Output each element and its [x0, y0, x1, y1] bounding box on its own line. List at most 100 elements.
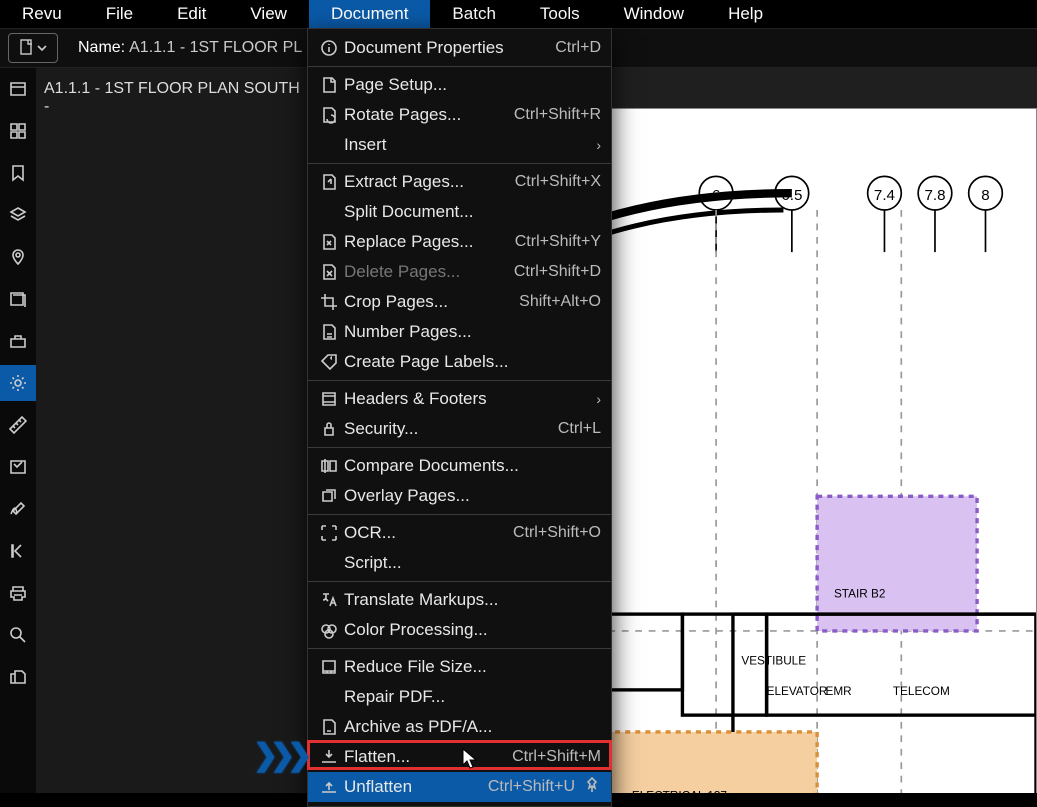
- pin-icon[interactable]: [575, 776, 601, 799]
- menu-item-insert[interactable]: Insert›: [308, 130, 611, 160]
- sidebar-panel-icon[interactable]: [7, 78, 29, 100]
- compare-icon: [320, 457, 338, 475]
- info-circle-icon: [320, 39, 338, 57]
- gear-icon: [9, 374, 27, 392]
- menu-item-number-pages[interactable]: Number Pages...: [308, 317, 611, 347]
- sidebar-bookmark-icon[interactable]: [7, 162, 29, 184]
- page-setup-icon: [314, 76, 344, 94]
- menu-item-revu[interactable]: Revu: [0, 0, 84, 28]
- color-processing-icon: [314, 621, 344, 639]
- menu-item-label: Unflatten: [344, 777, 480, 797]
- menu-item-label: Translate Markups...: [344, 590, 601, 610]
- menu-item-shortcut: Ctrl+Shift+R: [506, 106, 601, 124]
- menu-item-security[interactable]: Security...Ctrl+L: [308, 414, 611, 444]
- sidebar-toolbox-icon[interactable]: [7, 330, 29, 352]
- menu-item-archive-as-pdf-a[interactable]: Archive as PDF/A...: [308, 712, 611, 742]
- overlay-icon: [320, 487, 338, 505]
- menu-item-label: Rotate Pages...: [344, 105, 506, 125]
- menu-item-repair-pdf[interactable]: Repair PDF...: [308, 682, 611, 712]
- extract-pages-icon: [320, 173, 338, 191]
- menu-item-shortcut: Ctrl+Shift+O: [505, 524, 601, 542]
- sidebar-print-icon[interactable]: [7, 582, 29, 604]
- menu-item-shortcut: Ctrl+Shift+M: [504, 748, 601, 766]
- rotate-pages-icon: [320, 106, 338, 124]
- menu-item-window[interactable]: Window: [602, 0, 706, 28]
- name-label: Name:: [78, 39, 125, 57]
- sidebar-back-icon[interactable]: [7, 540, 29, 562]
- bookmark-icon: [9, 164, 27, 182]
- page-labels-icon: [320, 353, 338, 371]
- menu-item-document-properties[interactable]: Document PropertiesCtrl+D: [308, 33, 611, 63]
- menu-item-extract-pages[interactable]: Extract Pages...Ctrl+Shift+X: [308, 167, 611, 197]
- sidebar-signature-icon[interactable]: [7, 498, 29, 520]
- sidebar-location-icon[interactable]: [7, 246, 29, 268]
- sidebar-link-icon[interactable]: [7, 666, 29, 688]
- menu-item-shortcut: Ctrl+Shift+Y: [507, 233, 601, 251]
- unflatten-icon: [320, 778, 338, 796]
- svg-text:7.4: 7.4: [874, 187, 895, 204]
- sidebar-sets-icon[interactable]: [7, 288, 29, 310]
- measure-icon: [9, 416, 27, 434]
- menu-item-label: Page Setup...: [344, 75, 601, 95]
- menu-item-label: Overlay Pages...: [344, 486, 601, 506]
- menu-item-label: Number Pages...: [344, 322, 601, 342]
- sidebar-layers-icon[interactable]: [7, 204, 29, 226]
- menu-item-help[interactable]: Help: [706, 0, 785, 28]
- menu-item-headers-footers[interactable]: Headers & Footers›: [308, 384, 611, 414]
- menu-item-ocr[interactable]: OCR...Ctrl+Shift+O: [308, 518, 611, 548]
- menu-item-translate-markups[interactable]: Translate Markups...: [308, 585, 611, 615]
- sidebar-gear-icon[interactable]: [0, 365, 36, 401]
- menu-item-batch[interactable]: Batch: [430, 0, 517, 28]
- chevron-right-icon: ›: [596, 137, 601, 153]
- thumbnail-label[interactable]: A1.1.1 - 1ST FLOOR PLAN SOUTH -: [44, 80, 302, 116]
- menu-item-view[interactable]: View: [228, 0, 309, 28]
- menu-item-label: Script...: [344, 553, 601, 573]
- menu-item-shortcut: Ctrl+Shift+X: [507, 173, 601, 191]
- sidebar-search-icon[interactable]: [7, 624, 29, 646]
- pin-icon: [583, 776, 601, 794]
- svg-text:8: 8: [981, 187, 989, 204]
- reduce-size-icon: [314, 658, 344, 676]
- chevron-down-icon: [37, 43, 47, 53]
- menu-item-overlay-pages[interactable]: Overlay Pages...: [308, 481, 611, 511]
- menu-item-edit[interactable]: Edit: [155, 0, 228, 28]
- menu-item-delete-pages: Delete Pages...Ctrl+Shift+D: [308, 257, 611, 287]
- menu-item-page-setup[interactable]: Page Setup...: [308, 70, 611, 100]
- thumbnail-panel: A1.1.1 - 1ST FLOOR PLAN SOUTH -: [36, 68, 311, 793]
- menu-item-create-page-labels[interactable]: Create Page Labels...: [308, 347, 611, 377]
- menu-item-crop-pages[interactable]: Crop Pages...Shift+Alt+O: [308, 287, 611, 317]
- menu-item-rotate-pages[interactable]: Rotate Pages...Ctrl+Shift+R: [308, 100, 611, 130]
- menu-item-split-document[interactable]: Split Document...: [308, 197, 611, 227]
- menu-item-replace-pages[interactable]: Replace Pages...Ctrl+Shift+Y: [308, 227, 611, 257]
- headers-footers-icon: [320, 390, 338, 408]
- info-circle-icon: [314, 39, 344, 57]
- sidebar-grid-icon[interactable]: [7, 120, 29, 142]
- menu-item-reduce-file-size[interactable]: Reduce File Size...: [308, 652, 611, 682]
- menu-item-unflatten[interactable]: UnflattenCtrl+Shift+U: [308, 772, 611, 802]
- menu-item-document[interactable]: Document: [309, 0, 430, 28]
- menu-item-shortcut: Ctrl+Shift+U: [480, 778, 575, 796]
- ocr-icon: [314, 524, 344, 542]
- menu-separator: [308, 648, 611, 649]
- sidebar-stamp-icon[interactable]: [7, 456, 29, 478]
- document-picker-button[interactable]: [8, 33, 58, 63]
- signature-icon: [9, 500, 27, 518]
- layers-icon: [9, 206, 27, 224]
- crop-pages-icon: [320, 293, 338, 311]
- menu-item-label: Delete Pages...: [344, 262, 506, 282]
- menu-item-file[interactable]: File: [84, 0, 155, 28]
- menu-item-shortcut: Shift+Alt+O: [511, 293, 601, 311]
- unflatten-icon: [314, 778, 344, 796]
- menu-item-label: Crop Pages...: [344, 292, 511, 312]
- menu-item-label: Create Page Labels...: [344, 352, 601, 372]
- menu-item-script[interactable]: Script...: [308, 548, 611, 578]
- menu-item-compare-documents[interactable]: Compare Documents...: [308, 451, 611, 481]
- menu-item-color-processing[interactable]: Color Processing...: [308, 615, 611, 645]
- sidebar: [0, 68, 36, 793]
- sidebar-measure-icon[interactable]: [7, 414, 29, 436]
- delete-pages-icon: [314, 263, 344, 281]
- menu-item-flatten[interactable]: Flatten...Ctrl+Shift+M: [308, 742, 611, 772]
- stamp-icon: [9, 458, 27, 476]
- menu-item-tools[interactable]: Tools: [518, 0, 602, 28]
- svg-text:TELECOM: TELECOM: [893, 685, 950, 698]
